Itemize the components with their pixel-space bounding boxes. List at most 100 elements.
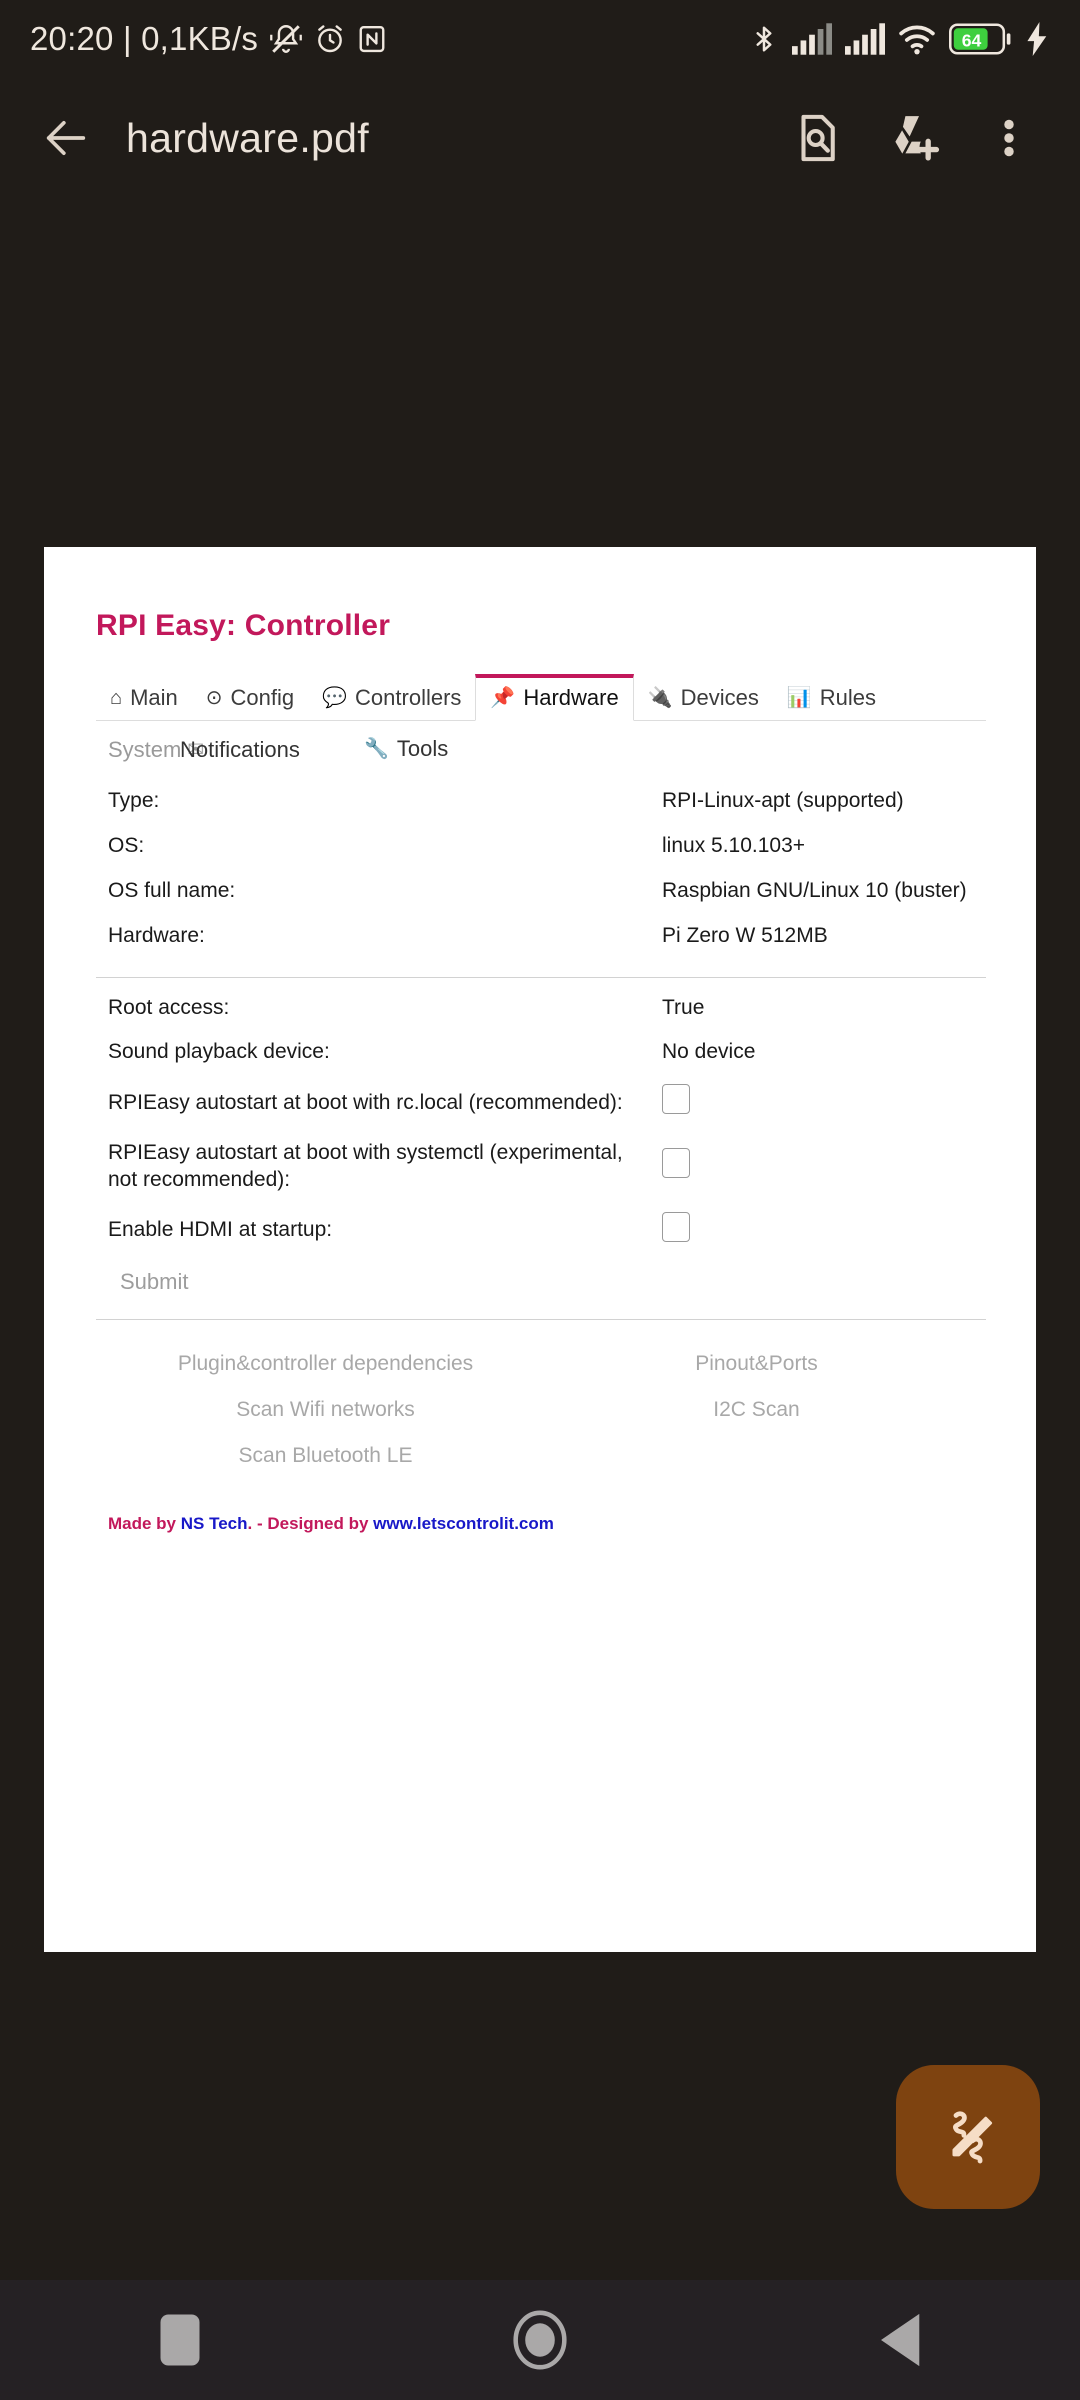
link-scan-wifi[interactable]: Scan Wifi networks	[110, 1398, 541, 1422]
phone-screen: 20:20 | 0,1KB/s 64 hardware.pdf RPI Easy…	[0, 0, 1080, 2400]
checkbox-autostart-systemctl[interactable]	[662, 1148, 690, 1179]
chart-icon: 📊	[786, 687, 812, 709]
tab-main-label: Main	[130, 685, 178, 710]
table-row: RPIEasy autostart at boot with rc.local …	[96, 1075, 986, 1131]
home-circle-icon	[513, 2310, 567, 2370]
section-divider	[96, 976, 986, 978]
overflow-menu-button[interactable]	[966, 95, 1052, 181]
tab-tools-label: Tools	[396, 736, 449, 761]
submit-button[interactable]: Submit	[96, 1259, 188, 1295]
tab-devices[interactable]: 🔌 Devices	[634, 677, 773, 720]
annotate-fab-button[interactable]	[896, 2065, 1040, 2209]
battery-icon: 64	[949, 23, 1011, 55]
table-row: OS: linux 5.10.103+	[96, 824, 986, 869]
back-triangle-icon	[881, 2313, 920, 2367]
table-row: Root access: True	[96, 986, 986, 1031]
footer-designed-by: . - Designed by	[247, 1513, 374, 1533]
main-tab-bar: ⌂ Main ⊙ Config 💬 Controllers 📌 Hardware…	[96, 671, 986, 721]
row-label: Hardware:	[108, 923, 205, 947]
row-value: Raspbian GNU/Linux 10 (buster)	[662, 878, 967, 902]
checkbox-autostart-rclocal[interactable]	[662, 1084, 690, 1115]
row-value: RPI-Linux-apt (supported)	[662, 789, 904, 812]
row-value: linux 5.10.103+	[662, 833, 806, 857]
plug-icon: 🔌	[647, 687, 673, 709]
toolbar-actions	[774, 95, 1052, 181]
link-plugin-dependencies[interactable]: Plugin&controller dependencies	[110, 1352, 541, 1376]
status-bar: 20:20 | 0,1KB/s 64	[0, 0, 1080, 78]
pdf-page-content: RPI Easy: Controller ⌂ Main ⊙ Config 💬 C…	[44, 547, 1036, 1534]
table-row: Sound playback device: No device	[96, 1030, 986, 1075]
row-label: OS full name:	[108, 878, 236, 902]
svg-text:64: 64	[962, 31, 982, 51]
bluetooth-icon	[756, 26, 772, 52]
table-row: Enable HDMI at startup:	[96, 1203, 986, 1259]
page-footer: Made by NS Tech. - Designed by www.letsc…	[96, 1514, 986, 1534]
status-bar-left: 20:20 | 0,1KB/s	[30, 20, 387, 58]
add-to-drive-button[interactable]	[870, 95, 956, 181]
footer-author-link[interactable]: NS Tech	[181, 1514, 248, 1533]
links-divider	[96, 1318, 986, 1320]
bell-mute-icon	[270, 25, 302, 53]
row-label: Type:	[108, 789, 160, 812]
tab-controllers[interactable]: 💬 Controllers	[308, 677, 475, 720]
toolbar-back-button[interactable]	[28, 100, 104, 176]
wifi-icon	[899, 25, 935, 55]
tab-devices-label: Devices	[680, 685, 759, 710]
table-row: Hardware: Pi Zero W 512MB	[96, 914, 986, 959]
add-to-drive-icon	[895, 116, 940, 161]
row-label: OS:	[108, 833, 145, 857]
app-toolbar: hardware.pdf	[0, 78, 1080, 198]
back-button[interactable]	[825, 2280, 975, 2400]
table-row: RPIEasy autostart at boot with systemctl…	[96, 1131, 986, 1203]
back-arrow-icon	[46, 120, 86, 156]
charging-bolt-icon	[1027, 22, 1047, 56]
checkbox-enable-hdmi[interactable]	[662, 1211, 690, 1242]
annotate-icon	[952, 2111, 993, 2164]
system-navigation-bar	[0, 2280, 1080, 2400]
row-label: RPIEasy autostart at boot with rc.local …	[108, 1090, 623, 1114]
tab-rules-label: Rules	[819, 685, 877, 710]
row-value: No device	[662, 1040, 756, 1064]
status-bar-right: 64	[749, 22, 1050, 56]
more-options-icon	[1004, 119, 1014, 157]
footer-made-by-prefix: Made by	[108, 1513, 181, 1533]
table-row: OS full name: Raspbian GNU/Linux 10 (bus…	[96, 869, 986, 914]
system-info-table: Type: RPI-Linux-apt (supported) OS: linu…	[96, 779, 986, 959]
tab-hardware[interactable]: 📌 Hardware	[475, 674, 634, 721]
home-button[interactable]	[465, 2280, 615, 2400]
tab-system-label: System	[108, 737, 182, 762]
tab-main[interactable]: ⌂ Main	[96, 677, 192, 720]
search-in-document-button[interactable]	[774, 95, 860, 181]
table-row: Type: RPI-Linux-apt (supported)	[96, 779, 986, 824]
wrench-icon: 🔧	[364, 738, 389, 760]
link-i2c-scan[interactable]: I2C Scan	[541, 1398, 972, 1422]
recents-button[interactable]	[105, 2280, 255, 2400]
nfc-icon	[359, 25, 385, 53]
signal-2-icon	[845, 23, 885, 55]
pdf-page[interactable]: RPI Easy: Controller ⌂ Main ⊙ Config 💬 C…	[44, 547, 1036, 1952]
link-empty-slot	[541, 1444, 972, 1468]
row-value: True	[662, 995, 705, 1019]
link-scan-bluetooth-le[interactable]: Scan Bluetooth LE	[110, 1444, 541, 1468]
gear-icon: ⊙	[205, 687, 223, 709]
tab-rules[interactable]: 📊 Rules	[773, 677, 890, 720]
tab-hardware-label: Hardware	[523, 685, 619, 710]
tab-notifications[interactable]: Notifications	[180, 737, 300, 763]
status-time-and-rate: 20:20 | 0,1KB/s	[30, 20, 259, 57]
footer-site-link[interactable]: www.letscontrolit.com	[373, 1514, 554, 1533]
tab-tools[interactable]: 🔧 Tools	[364, 736, 448, 762]
pushpin-icon: 📌	[490, 687, 516, 709]
row-label: Enable HDMI at startup:	[108, 1218, 333, 1242]
link-pinout-ports[interactable]: Pinout&Ports	[541, 1352, 972, 1376]
action-links: Plugin&controller dependencies Pinout&Po…	[96, 1352, 986, 1468]
row-label: RPIEasy autostart at boot with systemctl…	[108, 1141, 623, 1191]
row-label: Root access:	[108, 995, 230, 1019]
signal-1-icon	[792, 23, 832, 55]
recents-square-icon	[160, 2314, 200, 2366]
row-label: Sound playback device:	[108, 1040, 330, 1064]
row-value: Pi Zero W 512MB	[662, 923, 828, 947]
document-search-icon	[801, 114, 835, 162]
tab-config-label: Config	[230, 685, 295, 710]
secondary-tab-bar: System ✉ Notifications 🔧 Tools	[96, 725, 986, 777]
tab-config[interactable]: ⊙ Config	[192, 677, 308, 720]
